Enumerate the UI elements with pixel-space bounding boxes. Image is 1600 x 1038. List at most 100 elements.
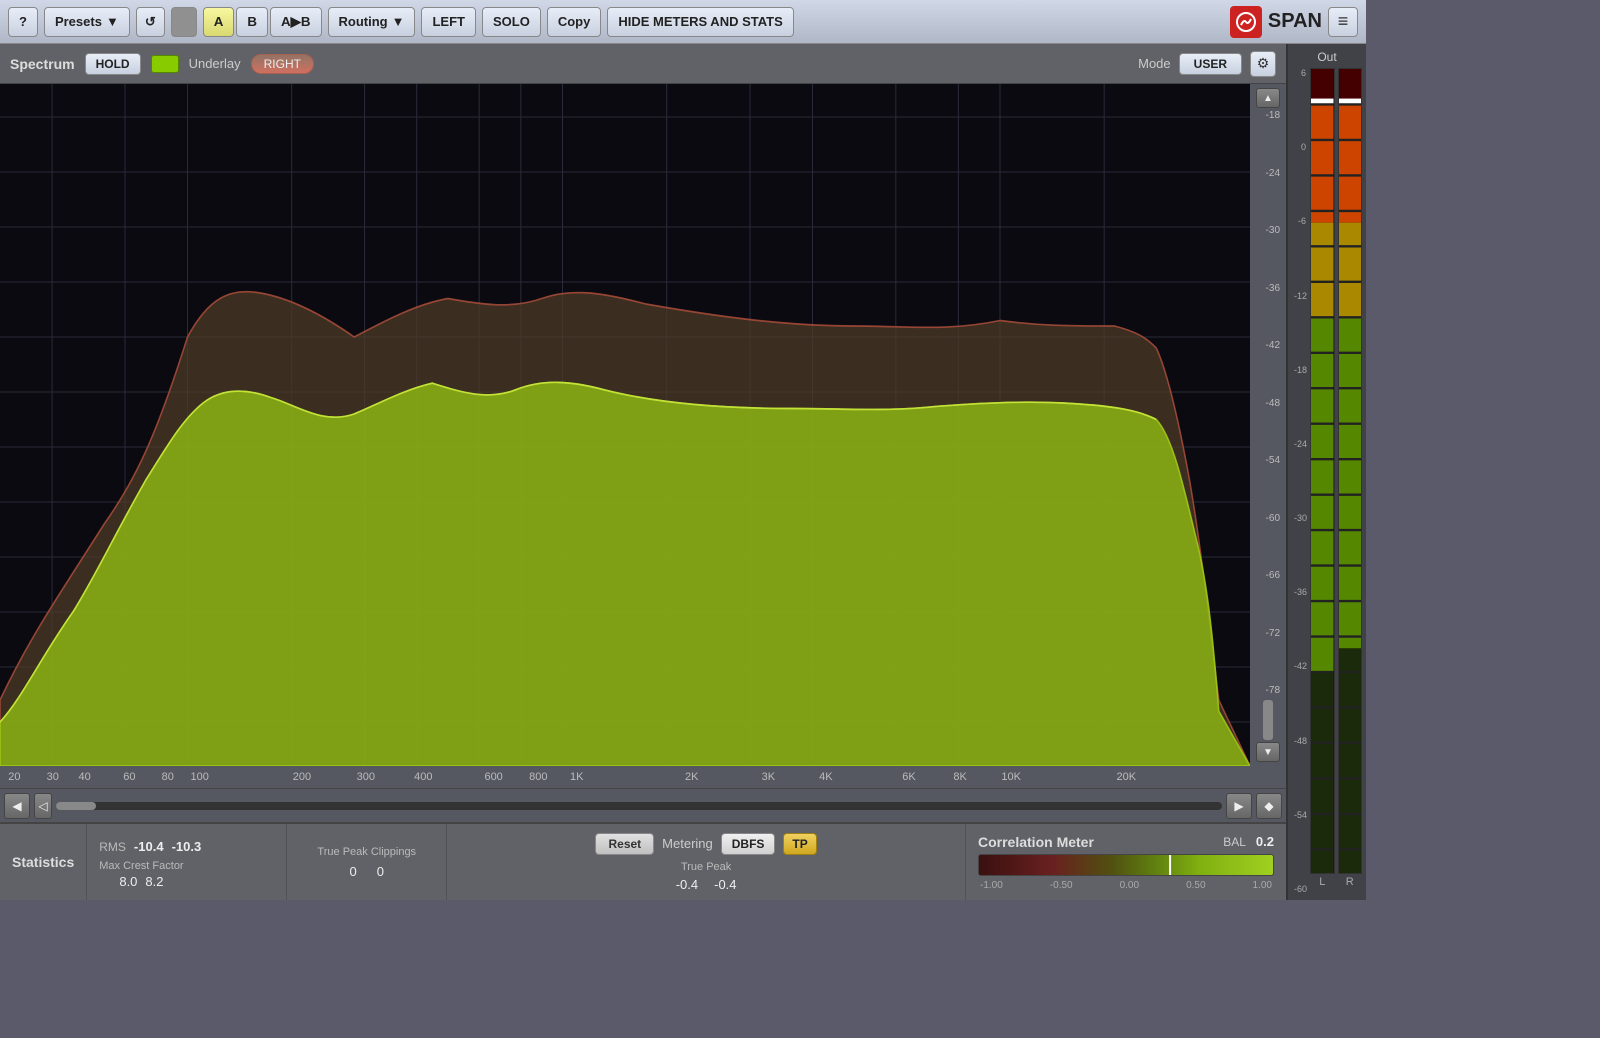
vu-scale: 6 0 -6 -12 -18 -24 -30 -36 -42 -48 -54 -… xyxy=(1292,68,1308,894)
bal-label: BAL xyxy=(1223,835,1246,849)
freq-label-300: 300 xyxy=(357,771,375,783)
true-peak-clip-sub: True Peak Clippings 0 0 xyxy=(299,846,434,879)
b-button[interactable]: B xyxy=(236,7,268,37)
nav-left-button[interactable]: ◀ xyxy=(4,793,30,819)
max-crest-label: Max Crest Factor xyxy=(99,860,183,872)
rms-section: RMS -10.4 -10.3 Max Crest Factor 8.0 8.2 xyxy=(87,824,287,900)
freq-label-60: 60 xyxy=(123,771,135,783)
green-indicator[interactable] xyxy=(151,55,179,73)
crest-row: Max Crest Factor 8.0 8.2 xyxy=(99,860,274,889)
menu-button[interactable]: ≡ xyxy=(1328,7,1358,37)
metering-top-row: Reset Metering DBFS TP xyxy=(595,833,816,855)
nav-slider[interactable] xyxy=(56,802,1222,810)
spectrum-header: Spectrum HOLD Underlay RIGHT Mode USER ⚙ xyxy=(0,44,1286,84)
spectrum-panel: Spectrum HOLD Underlay RIGHT Mode USER ⚙ xyxy=(0,44,1286,900)
freq-label-80: 80 xyxy=(162,771,174,783)
vu-channels xyxy=(1310,68,1362,874)
freq-label-4k: 4K xyxy=(819,771,832,783)
routing-arrow-icon: ▼ xyxy=(392,14,405,29)
dbfs-button[interactable]: DBFS xyxy=(721,833,776,855)
scroll-down-button[interactable]: ▼ xyxy=(1256,742,1280,762)
db-label: -18 xyxy=(1252,110,1280,121)
db-scale: ▲ -18 -24 -30 -36 -42 -48 -54 -60 -66 -7… xyxy=(1250,84,1286,766)
freq-label-800: 800 xyxy=(529,771,547,783)
left-button[interactable]: LEFT xyxy=(421,7,476,37)
nav-diamond-button[interactable]: ◆ xyxy=(1256,793,1282,819)
nav-slider-thumb xyxy=(56,802,96,810)
vu-channel-labels: L R xyxy=(1310,876,1362,894)
vu-r-label: R xyxy=(1338,876,1363,894)
db-label: -30 xyxy=(1252,225,1280,236)
freq-label-1k: 1K xyxy=(570,771,583,783)
mode-group: Mode USER ⚙ xyxy=(1138,51,1276,77)
help-button[interactable]: ? xyxy=(8,7,38,37)
statistics-title: Statistics xyxy=(12,854,74,870)
presets-arrow-icon: ▼ xyxy=(106,14,119,29)
correlation-meter-bar xyxy=(978,854,1274,876)
hold-button[interactable]: HOLD xyxy=(85,53,141,75)
true-peak-r: -0.4 xyxy=(714,877,736,892)
corr-scale-pos1: 1.00 xyxy=(1253,880,1272,891)
vu-scale-n30: -30 xyxy=(1294,513,1306,523)
vu-scale-n42: -42 xyxy=(1294,661,1306,671)
freq-label-8k: 8K xyxy=(953,771,966,783)
nav-small-left-button[interactable]: ◁ xyxy=(34,793,52,819)
vu-l-channel xyxy=(1310,68,1335,874)
underlay-label: Underlay xyxy=(189,56,241,71)
a-button[interactable]: A xyxy=(203,7,235,37)
rms-row: RMS -10.4 -10.3 xyxy=(99,839,274,854)
scroll-up-button[interactable]: ▲ xyxy=(1256,88,1280,108)
span-logo: SPAN xyxy=(1230,6,1322,38)
vu-scale-6: 6 xyxy=(1294,68,1306,78)
gray-btn[interactable] xyxy=(171,7,197,37)
max-crest-r: 8.2 xyxy=(145,874,163,889)
metering-section: Reset Metering DBFS TP True Peak -0.4 -0… xyxy=(447,824,966,900)
rms-l-value: -10.4 xyxy=(134,839,164,854)
vu-title: Out xyxy=(1317,50,1336,64)
correlation-labels: -1.00 -0.50 0.00 0.50 1.00 xyxy=(978,880,1274,891)
db-label: -24 xyxy=(1252,168,1280,179)
true-peak-label: True Peak xyxy=(681,861,731,873)
freq-label-3k: 3K xyxy=(762,771,775,783)
ab-button[interactable]: A▶B xyxy=(270,7,322,37)
nav-bar: ◀ ◁ ▶ ◆ xyxy=(0,788,1286,822)
vu-panel: Out 6 0 -6 -12 -18 -24 -30 -36 -42 -48 -… xyxy=(1286,44,1366,900)
user-mode-button[interactable]: USER xyxy=(1179,53,1242,75)
corr-scale-neg1: -1.00 xyxy=(980,880,1003,891)
settings-button[interactable]: ⚙ xyxy=(1250,51,1276,77)
routing-button[interactable]: Routing ▼ xyxy=(328,7,416,37)
reset-button[interactable]: Reset xyxy=(595,833,654,855)
toolbar: ? Presets ▼ ↺ A B A▶B Routing ▼ LEFT SOL… xyxy=(0,0,1366,44)
nav-right-button[interactable]: ▶ xyxy=(1226,793,1252,819)
freq-label-6k: 6K xyxy=(902,771,915,783)
vu-scale-n18: -18 xyxy=(1294,365,1306,375)
true-peak-clippings-section: True Peak Clippings 0 0 xyxy=(287,824,447,900)
db-label: -66 xyxy=(1252,570,1280,581)
metering-label: Metering xyxy=(662,836,713,851)
vu-scale-n60: -60 xyxy=(1294,884,1306,894)
vu-l-label: L xyxy=(1310,876,1335,894)
vu-scale-n6: -6 xyxy=(1294,216,1306,226)
vu-scale-n12: -12 xyxy=(1294,291,1306,301)
freq-labels: 20 30 40 60 80 100 200 300 400 600 800 1… xyxy=(8,766,1286,788)
freq-label-600: 600 xyxy=(484,771,502,783)
max-crest-section: Max Crest Factor 8.0 8.2 xyxy=(99,860,183,889)
vu-r-channel xyxy=(1338,68,1363,874)
spectrum-canvas: ▲ -18 -24 -30 -36 -42 -48 -54 -60 -66 -7… xyxy=(0,84,1286,766)
max-crest-l: 8.0 xyxy=(119,874,137,889)
tp-button[interactable]: TP xyxy=(783,833,816,855)
refresh-button[interactable]: ↺ xyxy=(136,7,165,37)
hide-meters-button[interactable]: HIDE METERS AND STATS xyxy=(607,7,793,37)
true-peak-clip-label: True Peak Clippings xyxy=(317,846,416,858)
freq-label-20k: 20K xyxy=(1116,771,1136,783)
presets-button[interactable]: Presets ▼ xyxy=(44,7,130,37)
copy-button[interactable]: Copy xyxy=(547,7,602,37)
true-peak-clip-r: 0 xyxy=(377,864,384,879)
span-logo-icon xyxy=(1230,6,1262,38)
freq-label-400: 400 xyxy=(414,771,432,783)
db-label: -72 xyxy=(1252,628,1280,639)
right-indicator[interactable]: RIGHT xyxy=(251,54,314,74)
spectrum-title: Spectrum xyxy=(10,56,75,72)
correlation-title: Correlation Meter xyxy=(978,834,1094,850)
solo-button[interactable]: SOLO xyxy=(482,7,541,37)
